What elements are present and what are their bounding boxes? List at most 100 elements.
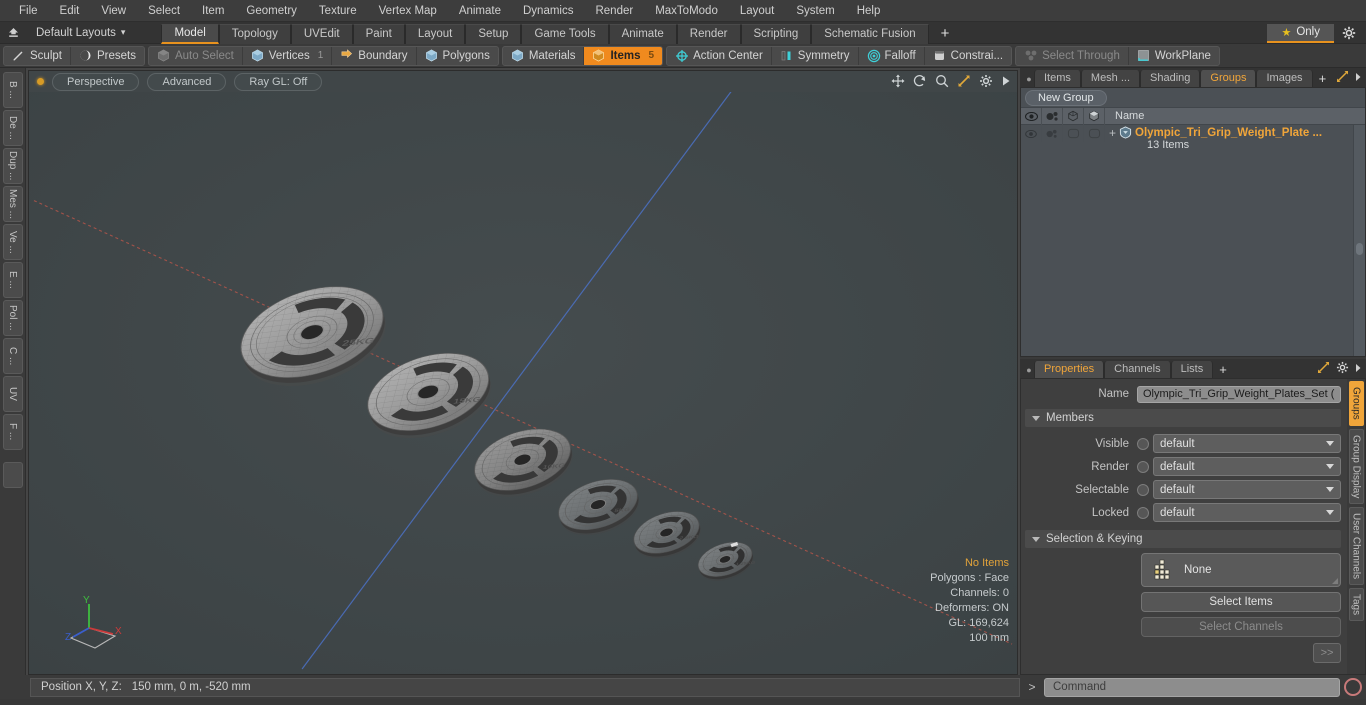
toolbar-item-falloff[interactable]: Falloff [859,46,925,65]
locked-radio[interactable] [1137,506,1149,519]
panel-tab-lists[interactable]: Lists [1170,361,1214,378]
command-input[interactable]: Command [1044,677,1340,697]
properties-gear-icon[interactable] [1336,361,1349,377]
toolbar-item-boundary[interactable]: Boundary [332,46,417,65]
visible-dropdown[interactable]: default [1153,434,1341,453]
record-icon[interactable] [1344,678,1362,696]
group-name-label[interactable]: Olympic_Tri_Grip_Weight_Plate ... [1135,127,1322,139]
home-up-icon[interactable] [0,23,26,43]
row-visible-toggle[interactable] [1021,125,1042,142]
left-tab-extra[interactable] [2,462,23,488]
row-wire-toggle[interactable] [1063,125,1084,142]
left-tab-deform[interactable]: De ... [2,110,23,146]
toolbar-item-presets[interactable]: Presets [71,47,144,65]
select-items-button[interactable]: Select Items [1141,592,1341,612]
menu-item-render[interactable]: Render [584,1,644,21]
toolbar-item-polygons[interactable]: Polygons [417,47,498,65]
panel-tab-groups[interactable]: Groups [1200,70,1257,87]
render-icon[interactable] [1042,107,1063,125]
toolbar-item-sculpt[interactable]: Sculpt [4,46,71,65]
shaded-cube-icon[interactable] [1084,107,1105,125]
layout-tab-animate[interactable]: Animate [608,23,677,44]
gear-icon[interactable] [1336,23,1362,43]
toolbar-item-items[interactable]: Items 5 [584,46,663,65]
left-tab-basic[interactable]: B ... [2,72,23,108]
menu-item-system[interactable]: System [785,1,845,21]
zoom-icon[interactable] [935,74,949,91]
menu-item-item[interactable]: Item [191,1,235,21]
viewport-shading-dropdown[interactable]: Advanced [147,72,227,91]
more-options-button[interactable]: >> [1313,643,1341,663]
menu-item-vertex-map[interactable]: Vertex Map [368,1,448,21]
toolbar-item-vertices[interactable]: Vertices 1 [243,46,333,65]
left-tab-curve[interactable]: C ... [2,338,23,374]
layout-tab-uvedit[interactable]: UVEdit [290,23,353,44]
axis-gizmo[interactable]: Y X Z [63,592,133,656]
menu-item-maxtomodo[interactable]: MaxToModo [644,1,729,21]
gear-icon[interactable] [979,74,993,91]
layout-tab-scripting[interactable]: Scripting [740,23,812,44]
row-shaded-toggle[interactable] [1084,125,1105,142]
layout-tab-topology[interactable]: Topology [218,23,291,44]
render-dropdown[interactable]: default [1153,457,1341,476]
viewport-raygl-dropdown[interactable]: Ray GL: Off [234,72,323,91]
selectable-dropdown[interactable]: default [1153,480,1341,499]
add-properties-tab-button[interactable]: + [1213,361,1233,378]
add-layout-tab-button[interactable]: + [929,24,962,44]
menu-item-animate[interactable]: Animate [448,1,512,21]
row-render-toggle[interactable] [1042,125,1063,142]
groups-tree-body[interactable]: + Olympic_Tri_Grip_Weight_Plate ... 13 I… [1021,125,1365,356]
only-toggle[interactable]: ★ Only [1267,23,1334,43]
chevron-right-icon[interactable] [1355,72,1362,85]
left-tab-vertex[interactable]: Ve ... [2,224,23,260]
expand-toggle[interactable]: + [1109,127,1116,139]
menu-item-geometry[interactable]: Geometry [235,1,308,21]
panel-tab-mesh[interactable]: Mesh ... [1080,70,1141,87]
toolbar-item-select-through[interactable]: Select Through [1016,46,1129,65]
groups-tree-scrollbar[interactable] [1353,125,1365,356]
toolbar-item-materials[interactable]: Materials [503,46,585,65]
toolbar-item-symmetry[interactable]: Symmetry [772,46,859,65]
add-panel-tab-button[interactable]: + [1313,70,1333,87]
locked-dropdown[interactable]: default [1153,503,1341,522]
vtab-user-channels[interactable]: User Channels [1348,507,1364,586]
left-tab-duplicate[interactable]: Dup ... [2,148,23,184]
visible-radio[interactable] [1137,437,1149,450]
panel-tab-shading[interactable]: Shading [1140,70,1201,87]
layout-tab-game-tools[interactable]: Game Tools [521,23,609,44]
menu-item-help[interactable]: Help [846,1,892,21]
selection-keying-section-header[interactable]: Selection & Keying [1025,530,1341,548]
new-group-button[interactable]: New Group [1025,89,1107,106]
default-layouts-dropdown[interactable]: Default Layouts ▾ [26,27,135,39]
toolbar-item-action-center[interactable]: Action Center [667,46,772,65]
render-radio[interactable] [1137,460,1149,473]
menu-item-dynamics[interactable]: Dynamics [512,1,584,21]
toolbar-item-auto-select[interactable]: Auto Select [149,46,243,65]
panel-tab-properties[interactable]: Properties [1034,361,1105,378]
layout-tab-render[interactable]: Render [676,23,741,44]
panel-tab-images[interactable]: Images [1256,70,1313,87]
panel-menu-dot-icon[interactable]: ● [1024,70,1034,87]
layout-tab-layout[interactable]: Layout [404,23,466,44]
left-tab-uv[interactable]: UV [2,376,23,412]
table-row[interactable]: + Olympic_Tri_Grip_Weight_Plate ... 13 I… [1021,125,1365,155]
scrollbar-thumb[interactable] [1356,243,1363,255]
left-tab-mesh[interactable]: Mes ... [2,186,23,222]
play-icon[interactable] [1001,75,1011,90]
menu-item-layout[interactable]: Layout [729,1,786,21]
menu-item-view[interactable]: View [90,1,137,21]
panel-tab-items[interactable]: Items [1034,70,1081,87]
panel-tab-channels[interactable]: Channels [1104,361,1171,378]
left-tab-edge[interactable]: E ... [2,262,23,298]
vtab-groups[interactable]: Groups [1348,381,1364,426]
properties-menu-dot-icon[interactable]: ● [1024,361,1034,378]
rotate-icon[interactable] [913,74,927,91]
viewport-projection-dropdown[interactable]: Perspective [52,72,140,91]
members-section-header[interactable]: Members [1025,409,1341,427]
selectable-radio[interactable] [1137,483,1149,496]
vtab-tags[interactable]: Tags [1348,588,1364,622]
layout-tab-setup[interactable]: Setup [465,23,522,44]
toolbar-item-constraint[interactable]: Constrai... [925,47,1011,65]
expand-properties-icon[interactable] [1317,361,1330,377]
toolbar-item-workplane[interactable]: WorkPlane [1129,47,1219,65]
